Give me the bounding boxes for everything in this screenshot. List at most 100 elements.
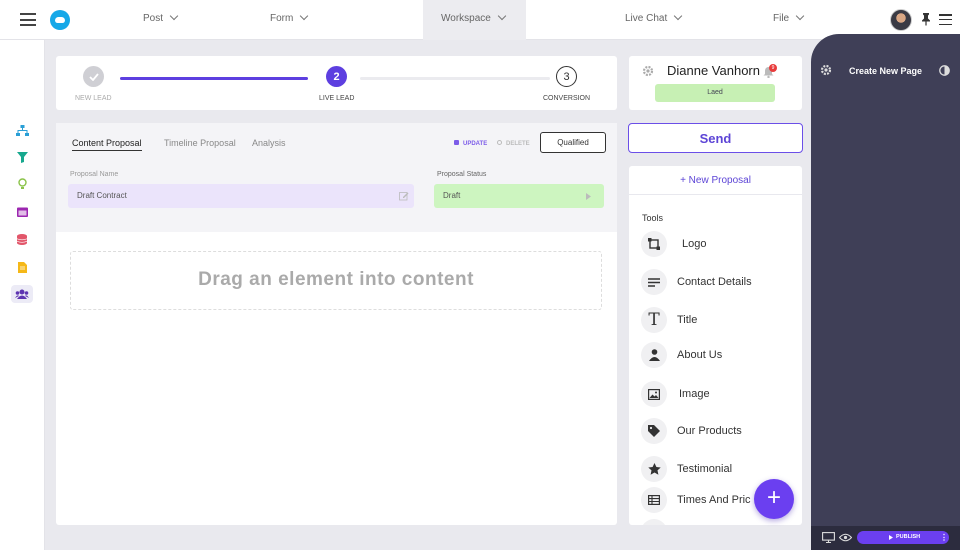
calendar-icon[interactable] [13,202,31,220]
nav-file[interactable]: File [773,0,805,40]
qualified-button[interactable]: Qualified [540,132,606,153]
chevron-down-icon [300,11,309,21]
text-t-icon: T [641,307,667,333]
tool-contact-details[interactable]: Contact Details [641,269,752,295]
nav-post[interactable]: Post [143,0,179,40]
user-avatar[interactable] [890,9,912,31]
proposal-status-value: Draft [443,191,461,200]
proposal-name-field[interactable]: Draft Contract [68,184,414,208]
publish-label: PUBLISH [896,534,921,540]
tool-about-us-label: About Us [677,349,723,361]
proposal-name-value: Draft Contract [77,191,127,200]
chevron-down-icon [497,11,507,21]
nav-workspace-label: Workspace [441,13,491,24]
table-icon [641,487,667,513]
eye-icon[interactable] [839,533,852,542]
desktop-icon[interactable] [822,532,835,543]
nav-live-chat-label: Live Chat [625,13,668,24]
delete-icon [497,140,502,145]
top-navbar: Post Form Workspace Live Chat File [0,0,960,40]
update-label: UPDATE [463,141,488,147]
tool-about-us[interactable]: About Us [641,342,722,368]
step-label-conversion: CONVERSION [543,95,591,102]
tool-partial-item [641,519,667,525]
contrast-icon[interactable] [939,65,950,76]
tool-image-label: Image [679,388,710,400]
tool-times-and-pricing-label: Times And Pric [677,494,751,506]
step-label-new-lead: NEW LEAD [75,95,112,102]
pin-icon[interactable] [920,12,932,26]
edit-icon[interactable] [399,191,409,201]
lead-stepper: NEW LEAD 2 LIVE LEAD 3 CONVERSION [56,56,617,110]
update-button[interactable]: UPDATE [454,140,487,147]
stepper-progress-pending [360,77,550,80]
filter-icon[interactable] [13,148,31,166]
nav-workspace[interactable]: Workspace [423,0,526,40]
tag-icon [641,418,667,444]
sitemap-icon[interactable] [13,122,31,140]
image-icon [641,381,667,407]
nav-live-chat[interactable]: Live Chat [625,0,683,40]
more-vertical-icon[interactable]: ⋮ [940,531,948,544]
panel-gear-icon[interactable] [820,64,832,76]
contact-name: Dianne Vanhorn [667,63,760,78]
stepper-progress-done [120,77,308,80]
step-number-live-lead[interactable]: 2 [326,66,347,87]
nav-form[interactable]: Form [270,0,309,40]
tool-logo-label: Logo [682,238,707,250]
tab-analysis[interactable]: Analysis [252,138,286,148]
new-proposal-button[interactable]: + New Proposal [629,166,802,195]
publish-button[interactable]: PUBLISH ⋮ [857,531,949,544]
tab-content-proposal[interactable]: Content Proposal [72,138,142,151]
proposal-status-label: Proposal Status [437,171,487,178]
chevron-down-icon [674,11,683,21]
save-icon [454,140,459,145]
app-logo-icon[interactable] [50,10,70,30]
tool-our-products-label: Our Products [677,425,742,437]
tool-title[interactable]: T Title [641,307,697,333]
lightbulb-icon[interactable] [13,175,31,193]
tool-testimonial[interactable]: Testimonial [641,456,732,482]
star-icon [641,456,667,482]
logo-crop-icon [641,231,667,257]
hamburger-menu-icon[interactable] [20,13,36,26]
nav-post-label: Post [143,13,164,24]
gear-icon[interactable] [642,65,654,77]
nav-form-label: Form [270,13,294,24]
chevron-down-icon [795,11,805,21]
chevron-down-icon [169,11,179,21]
send-button[interactable]: Send [628,123,803,153]
tool-our-products[interactable]: Our Products [641,418,742,444]
page-builder-panel [811,34,960,526]
lead-status-badge: Laed [655,84,775,102]
team-icon[interactable] [11,285,33,303]
step-label-live-lead: LIVE LEAD [319,95,355,102]
step-check-icon[interactable] [83,66,104,87]
lines-icon [641,269,667,295]
create-new-page-title: Create New Page [849,66,923,76]
delete-button[interactable]: DELETE [497,140,530,147]
tool-times-and-pricing[interactable]: Times And Pric [641,487,751,513]
add-fab-button[interactable]: + [754,479,794,519]
tool-title-label: Title [677,314,698,326]
tool-logo[interactable]: Logo [641,231,706,257]
caret-right-icon [586,193,591,200]
document-icon[interactable] [13,258,31,276]
tool-image[interactable]: Image [641,381,710,407]
proposal-status-select[interactable]: Draft [434,184,604,208]
step-number-conversion[interactable]: 3 [556,66,577,87]
left-sidebar [0,40,45,550]
tool-contact-details-label: Contact Details [677,276,752,288]
tool-testimonial-label: Testimonial [677,463,733,475]
menu-icon[interactable] [939,14,952,26]
tab-timeline-proposal[interactable]: Timeline Proposal [164,138,236,148]
proposal-name-label: Proposal Name [70,171,119,178]
notification-count-badge: 9 [769,64,777,72]
content-drop-zone[interactable]: Drag an element into content [70,251,602,310]
person-icon [641,342,667,368]
tools-heading: Tools [642,213,664,223]
delete-label: DELETE [506,141,530,147]
database-icon[interactable] [13,230,31,248]
play-icon [889,535,893,540]
nav-file-label: File [773,13,790,24]
